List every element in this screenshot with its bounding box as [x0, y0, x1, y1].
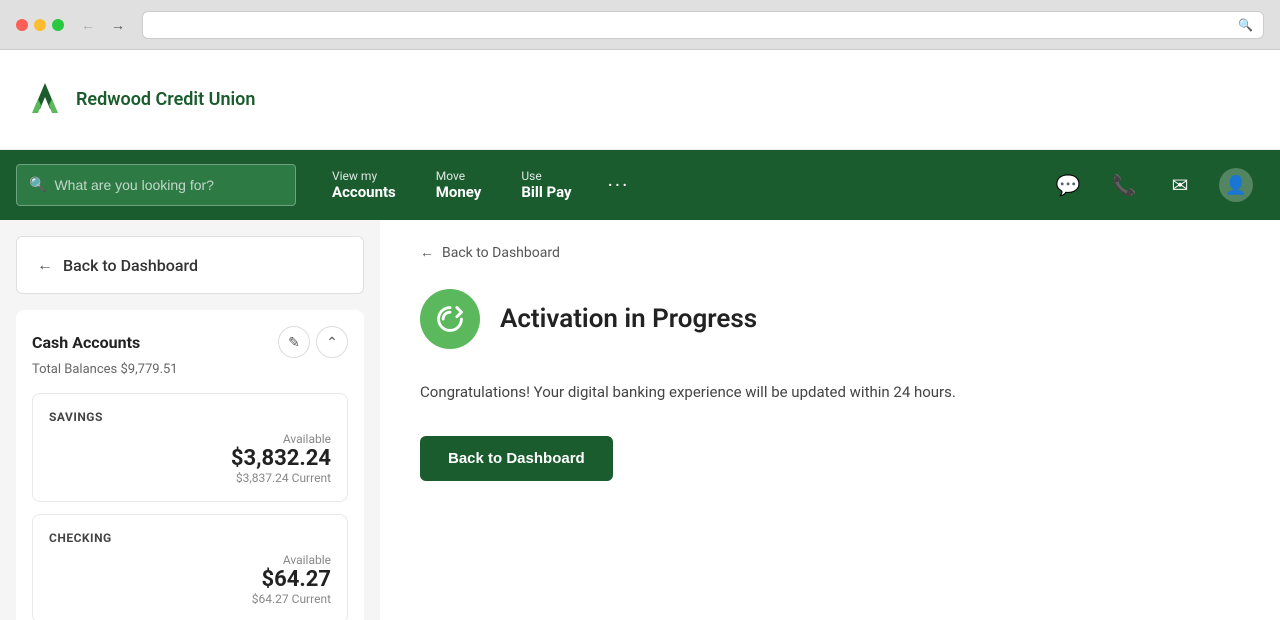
nav-icons: 💬 📞 ✉ 👤: [1040, 150, 1264, 220]
accounts-header: Cash Accounts ✎ ⌃: [32, 326, 348, 358]
browser-search-icon: 🔍: [1238, 18, 1253, 32]
chat-icon: 💬: [1056, 173, 1081, 197]
activation-title: Activation in Progress: [500, 304, 757, 334]
minimize-traffic-light[interactable]: [34, 19, 46, 31]
savings-balance-row: Available $3,832.24 $3,837.24 Current: [49, 432, 331, 485]
address-bar[interactable]: 🔍: [142, 11, 1264, 39]
nav-use-sub: Use: [521, 169, 571, 183]
savings-current: $3,837.24 Current: [236, 471, 331, 485]
mail-icon-button[interactable]: ✉: [1152, 150, 1208, 220]
phone-icon: 📞: [1112, 173, 1137, 197]
phone-icon-button[interactable]: 📞: [1096, 150, 1152, 220]
checking-account-card[interactable]: CHECKING Available $64.27 $64.27 Current: [32, 514, 348, 620]
checking-available-label: Available: [283, 553, 331, 567]
nav-items: View my Accounts Move Money Use Bill Pay…: [312, 150, 1040, 220]
back-link-arrow-icon: ←: [420, 244, 434, 261]
logo-icon: [24, 79, 66, 121]
user-avatar: 👤: [1219, 168, 1253, 202]
back-nav-button[interactable]: ←: [76, 13, 100, 37]
nav-view-main: Accounts: [332, 183, 396, 201]
checking-current: $64.27 Current: [252, 592, 331, 606]
nav-bar: 🔍 View my Accounts Move Money Use Bill P…: [0, 150, 1280, 220]
checking-account-type: CHECKING: [49, 531, 331, 545]
nav-view-accounts[interactable]: View my Accounts: [312, 150, 416, 220]
nav-move-main: Money: [436, 183, 482, 201]
nav-more-button[interactable]: ···: [592, 150, 646, 220]
activation-header: Activation in Progress: [420, 289, 1240, 349]
sidebar-back-label: Back to Dashboard: [63, 256, 198, 275]
accounts-title: Cash Accounts: [32, 333, 140, 352]
browser-chrome: ← → 🔍: [0, 0, 1280, 50]
logo-text: Redwood Credit Union: [76, 89, 255, 110]
right-content: ← Back to Dashboard Activation in Progre…: [380, 220, 1280, 620]
activation-icon: [420, 289, 480, 349]
sidebar: ← Back to Dashboard Cash Accounts ✎ ⌃ To…: [0, 220, 380, 620]
traffic-lights: [16, 19, 64, 31]
savings-account-type: SAVINGS: [49, 410, 331, 424]
refresh-icon: [434, 303, 466, 335]
edit-accounts-button[interactable]: ✎: [278, 326, 310, 358]
user-avatar-button[interactable]: 👤: [1208, 150, 1264, 220]
savings-available-label: Available: [283, 432, 331, 446]
header-top: Redwood Credit Union: [0, 50, 1280, 150]
nav-move-sub: Move: [436, 169, 482, 183]
sidebar-back-dashboard-button[interactable]: ← Back to Dashboard: [16, 236, 364, 294]
close-traffic-light[interactable]: [16, 19, 28, 31]
nav-view-sub: View my: [332, 169, 396, 183]
collapse-accounts-button[interactable]: ⌃: [316, 326, 348, 358]
total-balance-amount: $9,779.51: [120, 362, 177, 377]
checking-available-amount: $64.27: [262, 567, 332, 592]
savings-account-card[interactable]: SAVINGS Available $3,832.24 $3,837.24 Cu…: [32, 393, 348, 502]
nav-move-money[interactable]: Move Money: [416, 150, 502, 220]
mail-icon: ✉: [1172, 173, 1189, 197]
app: Redwood Credit Union 🔍 View my Accounts …: [0, 50, 1280, 620]
back-dashboard-button[interactable]: Back to Dashboard: [420, 436, 613, 481]
total-balance: Total Balances $9,779.51: [32, 362, 348, 377]
search-icon: 🔍: [29, 177, 46, 193]
savings-available-amount: $3,832.24: [231, 446, 331, 471]
checking-balance-row: Available $64.27 $64.27 Current: [49, 553, 331, 606]
total-balance-label: Total Balances: [32, 362, 117, 377]
search-container[interactable]: 🔍: [16, 164, 296, 206]
logo-area: Redwood Credit Union: [24, 79, 255, 121]
back-link-label: Back to Dashboard: [442, 245, 560, 261]
main-back-link[interactable]: ← Back to Dashboard: [420, 244, 1240, 261]
browser-nav-buttons: ← →: [76, 13, 130, 37]
activation-message: Congratulations! Your digital banking ex…: [420, 381, 1240, 404]
main-content: ← Back to Dashboard Cash Accounts ✎ ⌃ To…: [0, 220, 1280, 620]
back-arrow-icon: ←: [37, 255, 53, 275]
fullscreen-traffic-light[interactable]: [52, 19, 64, 31]
nav-use-billpay[interactable]: Use Bill Pay: [501, 150, 591, 220]
accounts-section: Cash Accounts ✎ ⌃ Total Balances $9,779.…: [16, 310, 364, 620]
chat-icon-button[interactable]: 💬: [1040, 150, 1096, 220]
search-input[interactable]: [54, 177, 283, 193]
accounts-actions: ✎ ⌃: [278, 326, 348, 358]
nav-use-main: Bill Pay: [521, 183, 571, 201]
forward-nav-button[interactable]: →: [106, 13, 130, 37]
